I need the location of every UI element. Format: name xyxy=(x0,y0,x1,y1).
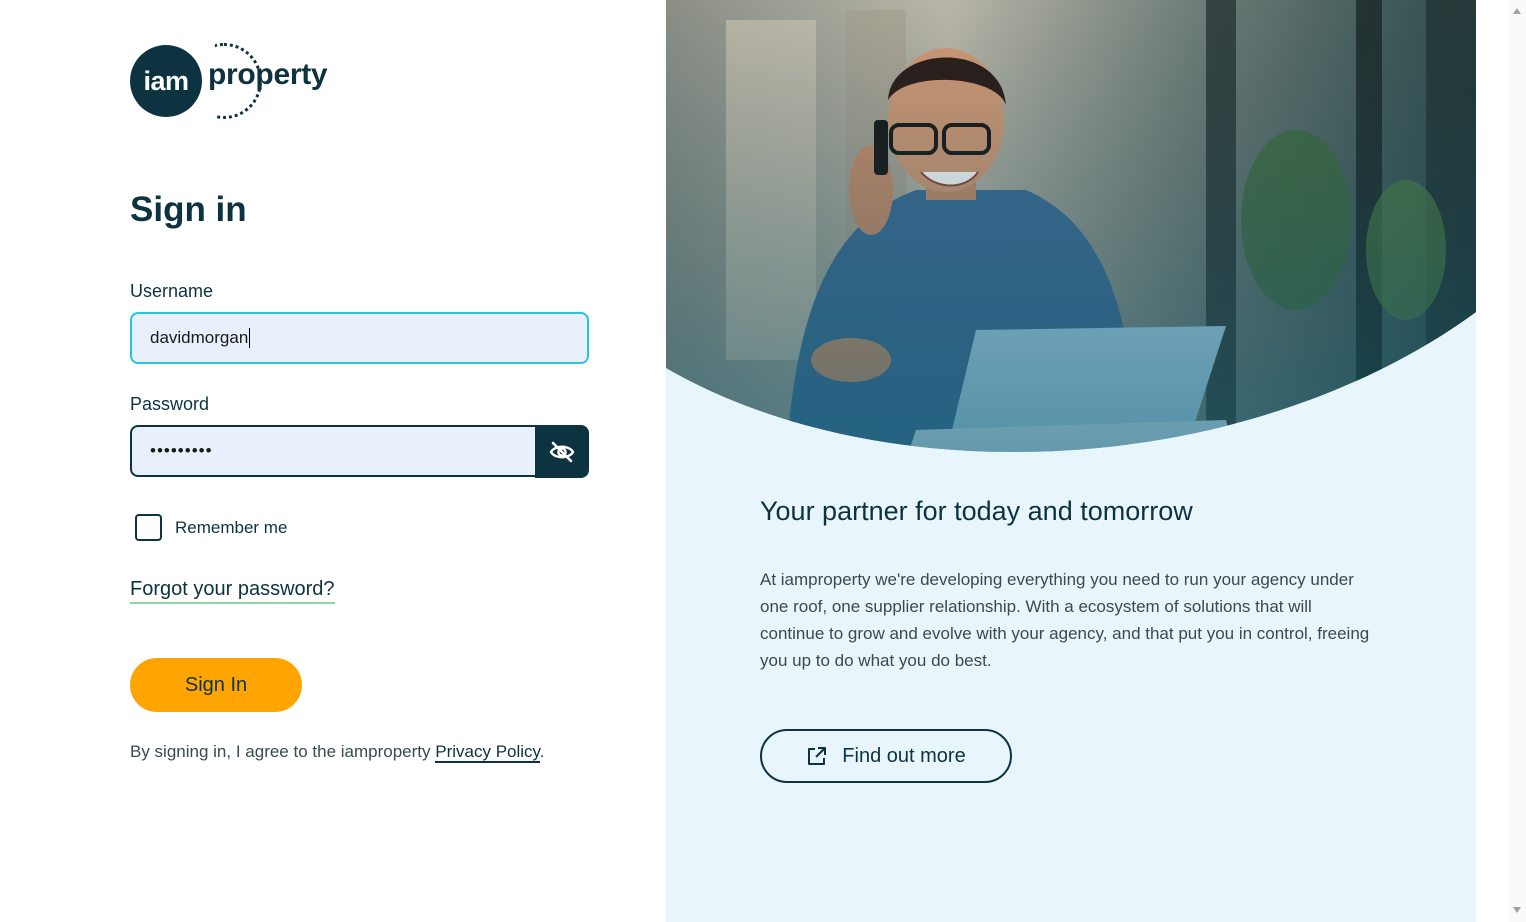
vertical-scrollbar[interactable] xyxy=(1508,0,1526,922)
password-input[interactable]: ••••••••• xyxy=(130,425,536,477)
promo-heading: Your partner for today and tomorrow xyxy=(760,496,1193,526)
find-out-more-label: Find out more xyxy=(842,744,966,767)
agree-suffix: . xyxy=(539,742,545,761)
eye-slash-icon xyxy=(549,441,575,462)
username-value: davidmorgan xyxy=(150,328,249,347)
logo-wordmark: property xyxy=(208,58,328,91)
remember-me-label[interactable]: Remember me xyxy=(175,518,287,538)
page-title: Sign in xyxy=(130,190,247,229)
promo-panel: Your partner for today and tomorrow At i… xyxy=(666,0,1476,922)
forgot-password-link[interactable]: Forgot your password? xyxy=(130,578,335,604)
hero-photo xyxy=(666,0,1476,452)
agree-prefix: By signing in, I agree to the iampropert… xyxy=(130,742,436,761)
promo-description: At iamproperty we're developing everythi… xyxy=(760,570,1370,670)
password-value: ••••••••• xyxy=(150,441,213,460)
scroll-down-arrow-icon[interactable] xyxy=(1513,907,1521,913)
remember-me-checkbox[interactable] xyxy=(135,514,162,541)
logo-mark: iam xyxy=(130,45,202,117)
find-out-more-button[interactable]: Find out more xyxy=(760,729,1012,783)
external-link-icon xyxy=(808,747,827,765)
iamproperty-logo: iam property xyxy=(128,42,348,120)
password-label: Password xyxy=(130,394,210,414)
username-input[interactable]: davidmorgan xyxy=(130,312,589,364)
privacy-agreement-text: By signing in, I agree to the iampropert… xyxy=(130,742,545,763)
username-label: Username xyxy=(130,281,214,301)
sign-in-button[interactable]: Sign In xyxy=(130,658,302,712)
privacy-policy-link[interactable]: Privacy Policy xyxy=(435,742,540,763)
text-caret xyxy=(249,328,251,348)
signin-panel: iam property Sign in Username davidmorga… xyxy=(0,0,666,922)
toggle-password-visibility-button[interactable] xyxy=(535,425,589,478)
scroll-up-arrow-icon[interactable] xyxy=(1513,8,1521,14)
